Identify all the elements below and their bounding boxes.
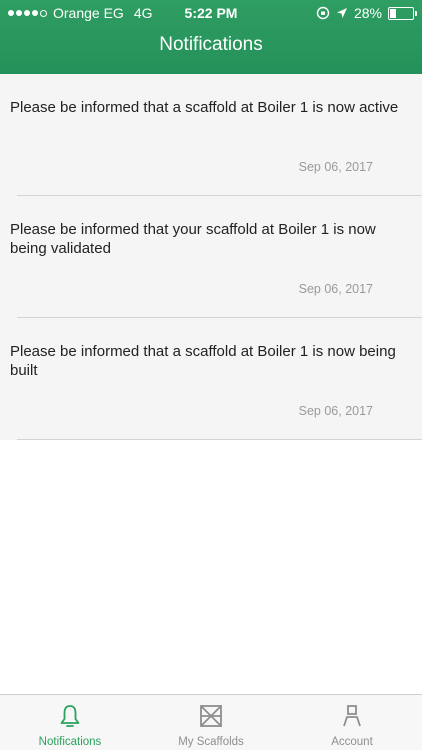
battery-percent: 28% — [353, 5, 382, 21]
bell-icon — [60, 705, 80, 727]
tab-label: Account — [331, 736, 373, 748]
status-bar: Orange EG 4G 5:22 PM 28% — [0, 0, 422, 26]
rotation-lock-icon — [316, 6, 330, 20]
divider — [17, 439, 422, 440]
tab-my-scaffolds[interactable]: My Scaffolds — [140, 695, 282, 750]
notification-date: Sep 06, 2017 — [298, 160, 373, 174]
battery-icon — [388, 6, 417, 20]
app-header: Orange EG 4G 5:22 PM 28% Notifications — [0, 0, 422, 74]
notification-message: Please be informed that your scaffold at… — [10, 221, 376, 257]
tab-notifications[interactable]: Notifications — [0, 695, 140, 750]
notification-date: Sep 06, 2017 — [298, 404, 373, 418]
notification-item[interactable]: Please be informed that a scaffold at Bo… — [0, 318, 422, 440]
account-icon — [343, 705, 361, 727]
tab-label: My Scaffolds — [178, 736, 244, 748]
screen: Orange EG 4G 5:22 PM 28% Notifications P… — [0, 0, 422, 750]
location-arrow-icon — [336, 8, 347, 18]
tab-label: Notifications — [38, 736, 102, 748]
notification-list: Please be informed that a scaffold at Bo… — [0, 74, 422, 440]
tab-account[interactable]: Account — [282, 695, 422, 750]
notification-message: Please be informed that a scaffold at Bo… — [10, 99, 399, 116]
notification-date: Sep 06, 2017 — [298, 282, 373, 296]
tab-bar: Notifications My Scaffolds Account — [0, 694, 422, 750]
page-title: Notifications — [159, 34, 263, 55]
notification-message: Please be informed that a scaffold at Bo… — [10, 343, 396, 379]
scaffold-icon — [200, 705, 222, 727]
status-right: 28% — [316, 0, 417, 26]
notification-item[interactable]: Please be informed that a scaffold at Bo… — [0, 74, 422, 196]
notification-item[interactable]: Please be informed that your scaffold at… — [0, 196, 422, 318]
